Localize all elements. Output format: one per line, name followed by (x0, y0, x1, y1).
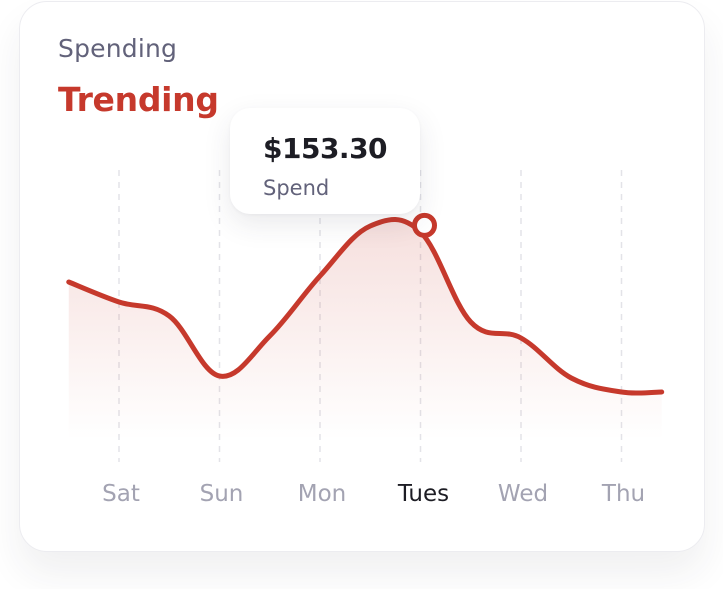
tooltip-value: $153.30 (263, 132, 388, 165)
highlight-point[interactable] (412, 212, 437, 238)
x-tick-label[interactable]: Tues (397, 481, 449, 507)
spending-chart: Sat Sun Mon Tues Wed Thu (66, 170, 665, 507)
x-tick-label[interactable]: Mon (298, 481, 347, 507)
tooltip-label: Spend (263, 176, 330, 200)
area-fill (68, 219, 662, 440)
value-tooltip: $153.30 Spend (230, 108, 420, 214)
x-tick-label[interactable]: Sat (102, 481, 140, 507)
x-tick-label[interactable]: Sun (200, 481, 244, 507)
x-tick-label[interactable]: Wed (498, 481, 548, 507)
x-tick-label[interactable]: Thu (601, 481, 645, 507)
